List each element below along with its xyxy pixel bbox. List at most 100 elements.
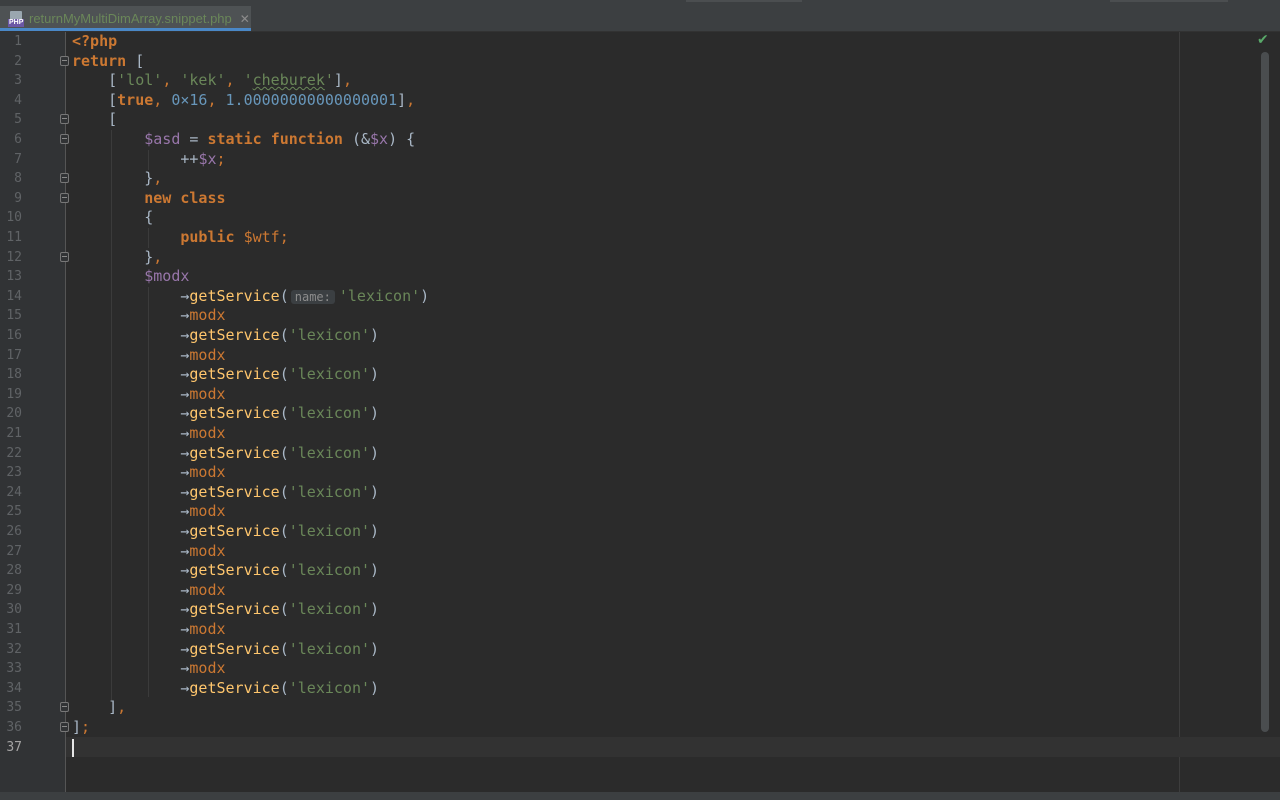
- fold-marker-icon[interactable]: [60, 251, 69, 262]
- line-number: 23: [6, 465, 22, 481]
- line-content: →getService('lexicon'): [180, 482, 380, 501]
- line-content: ++$x;: [180, 149, 226, 168]
- line-number: 19: [6, 386, 22, 402]
- line-number: 12: [6, 249, 22, 265]
- code-line: 2 return [: [0, 52, 1280, 72]
- line-content: ];: [72, 718, 91, 736]
- line-content: →getService('lexicon'): [180, 443, 380, 462]
- line-number: 7: [14, 151, 22, 167]
- code-line: 4 [true, 0×16, 1.00000000000000001],: [0, 91, 1280, 111]
- code-line: 17 →modx: [0, 346, 1280, 366]
- fold-marker-icon[interactable]: [60, 722, 69, 732]
- code-line: 7 ++$x;: [0, 150, 1280, 170]
- line-content: →modx: [180, 463, 226, 482]
- line-content: {: [144, 208, 154, 227]
- code-line: 20 →getService('lexicon'): [0, 404, 1280, 424]
- line-content: →modx: [180, 659, 226, 678]
- code-line: 35 ],: [0, 698, 1280, 718]
- line-number: 15: [6, 308, 22, 324]
- line-content: →modx: [180, 306, 226, 325]
- line-content: →getService('lexicon'): [180, 326, 380, 344]
- code-line: 26 →getService('lexicon'): [0, 522, 1280, 542]
- line-number: 31: [6, 622, 22, 637]
- close-icon[interactable]: ✕: [240, 12, 250, 26]
- code-line: 29 →modx: [0, 581, 1280, 601]
- line-number: 13: [6, 269, 22, 285]
- tab-filename: returnMyMultiDimArray.snippet.php: [29, 11, 232, 26]
- code-line: 31 →modx: [0, 620, 1280, 640]
- line-content: ],: [108, 698, 127, 717]
- tab-returnmymultidimarray[interactable]: PHP returnMyMultiDimArray.snippet.php ✕: [0, 6, 251, 31]
- scroll-strip: [686, 0, 802, 2]
- line-number: 5: [14, 112, 22, 128]
- line-number: 32: [6, 641, 22, 657]
- line-content: →getService('lexicon'): [180, 639, 380, 658]
- line-number: 1: [14, 34, 22, 49]
- line-number: 16: [6, 328, 22, 343]
- vertical-scrollbar[interactable]: [1261, 52, 1269, 732]
- line-number: 36: [6, 720, 22, 735]
- typo-underline: cheburek: [252, 71, 325, 90]
- line-content: →getService('lexicon'): [180, 522, 380, 540]
- line-number: 3: [14, 73, 22, 89]
- code-line: 30 →getService('lexicon'): [0, 600, 1280, 620]
- check-icon[interactable]: ✔: [1257, 33, 1271, 47]
- fold-marker-icon[interactable]: [60, 173, 69, 184]
- code-line: 24 →getService('lexicon'): [0, 483, 1280, 503]
- line-content: },: [144, 247, 163, 266]
- line-content: public $wtf;: [180, 228, 289, 246]
- active-tab-indicator: [0, 28, 251, 31]
- fold-marker-icon[interactable]: [60, 702, 69, 713]
- line-number: 33: [6, 661, 22, 677]
- fold-marker-icon[interactable]: [60, 192, 69, 203]
- code-line: 14 →getService(name:'lexicon'): [0, 287, 1280, 307]
- parameter-hint: name:: [290, 289, 335, 304]
- horizontal-scrollbar[interactable]: [0, 792, 1280, 800]
- line-content: ['lol', 'kek', 'cheburek'],: [108, 71, 352, 90]
- fold-marker-icon[interactable]: [60, 134, 69, 144]
- line-content: },: [144, 169, 163, 188]
- code-line: 8 },: [0, 169, 1280, 189]
- editor-tab-bar: PHP returnMyMultiDimArray.snippet.php ✕: [0, 0, 1280, 32]
- line-number: 2: [14, 53, 22, 69]
- scroll-strip: [1110, 0, 1228, 2]
- code-line: 25 →modx: [0, 502, 1280, 522]
- line-number: 37: [6, 739, 22, 755]
- line-content: <?php: [72, 32, 118, 50]
- text-caret: [72, 738, 74, 757]
- line-content: →getService(name:'lexicon'): [180, 286, 430, 305]
- code-line: 11 public $wtf;: [0, 228, 1280, 248]
- code-line: 3 ['lol', 'kek', 'cheburek'],: [0, 71, 1280, 91]
- line-number: 21: [6, 426, 22, 441]
- line-number: 34: [6, 680, 22, 696]
- code-line: 32 →getService('lexicon'): [0, 640, 1280, 660]
- php-file-icon: PHP: [8, 10, 25, 27]
- code-line: 12 },: [0, 248, 1280, 268]
- line-content: →modx: [180, 541, 226, 560]
- fold-marker-icon[interactable]: [60, 114, 69, 125]
- code-line: 5 [: [0, 110, 1280, 130]
- fold-marker-icon[interactable]: [60, 55, 69, 66]
- code-line: 33 →modx: [0, 659, 1280, 679]
- line-content: →modx: [180, 580, 226, 599]
- line-number: 17: [6, 347, 22, 363]
- line-content: [: [108, 110, 118, 129]
- code-line: 18 →getService('lexicon'): [0, 365, 1280, 385]
- line-content: new class: [144, 188, 226, 207]
- code-line: 27 →modx: [0, 542, 1280, 562]
- line-number: 28: [6, 563, 22, 579]
- line-content: →getService('lexicon'): [180, 561, 380, 580]
- line-content: →getService('lexicon'): [180, 600, 380, 619]
- line-number: 26: [6, 524, 22, 539]
- code-line: 10 {: [0, 208, 1280, 228]
- line-number: 14: [6, 288, 22, 304]
- line-number: 35: [6, 700, 22, 716]
- line-content: →modx: [180, 345, 226, 364]
- line-content: →getService('lexicon'): [180, 678, 380, 697]
- line-content: →modx: [180, 620, 226, 638]
- line-number: 29: [6, 582, 22, 598]
- code-line: 34 →getService('lexicon'): [0, 679, 1280, 699]
- code-line: 23 →modx: [0, 463, 1280, 483]
- line-number: 6: [14, 132, 22, 147]
- code-line: 15 →modx: [0, 306, 1280, 326]
